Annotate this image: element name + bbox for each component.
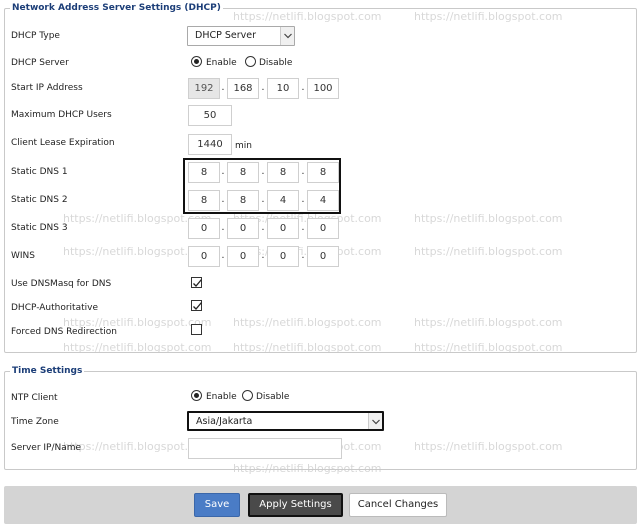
chevron-down-icon [280,27,294,45]
ip-separator: . [221,222,225,233]
ip-separator: . [221,166,225,177]
dns1-octet[interactable]: 8 [227,162,259,183]
ntp-disable-radio[interactable] [242,390,253,401]
wins-label: WINS [11,251,35,261]
lease-expiration-input[interactable]: 1440 [188,134,232,155]
time-zone-select[interactable]: Asia/Jakarta [187,411,384,431]
ntp-enable-label: Enable [206,392,237,402]
dhcp-server-label: DHCP Server [11,58,69,68]
ip-separator: . [261,250,265,261]
start-ip-octet: 192 [188,78,220,99]
dns3-octet[interactable]: 0 [307,218,339,239]
ntp-client-label: NTP Client [11,393,58,403]
time-zone-value: Asia/Jakarta [196,416,253,427]
ip-separator: . [221,250,225,261]
forced-dns-label: Forced DNS Redirection [11,327,117,337]
start-ip-octet[interactable]: 168 [227,78,259,99]
wins-octet[interactable]: 0 [267,246,299,267]
dhcp-authoritative-label: DHCP-Authoritative [11,303,98,313]
dhcp-server-disable-label: Disable [259,58,293,68]
start-ip-octet[interactable]: 10 [267,78,299,99]
apply-settings-button[interactable]: Apply Settings [248,493,343,517]
dhcp-type-label: DHCP Type [11,31,60,41]
ip-separator: . [301,194,305,205]
dhcp-type-select[interactable]: DHCP Server [187,26,295,46]
dns3-octet[interactable]: 0 [267,218,299,239]
ip-separator: . [261,166,265,177]
max-users-input[interactable]: 50 [188,105,232,126]
ip-separator: . [261,222,265,233]
ip-separator: . [221,194,225,205]
ntp-enable-radio[interactable] [191,390,202,401]
save-button[interactable]: Save [194,493,240,517]
dhcp-authoritative-checkbox[interactable] [191,300,202,311]
section-legend: Time Settings [10,366,85,376]
dhcp-server-enable-radio[interactable] [191,56,202,67]
static-dns3-label: Static DNS 3 [11,223,68,233]
ip-separator: . [301,166,305,177]
ip-separator: . [301,82,305,93]
wins-octet[interactable]: 0 [227,246,259,267]
dns2-octet[interactable]: 8 [188,190,220,211]
dns1-octet[interactable]: 8 [188,162,220,183]
lease-unit: min [235,141,252,151]
start-ip-octet[interactable]: 100 [307,78,339,99]
static-dns2-label: Static DNS 2 [11,195,68,205]
ip-separator: . [221,82,225,93]
dns1-octet[interactable]: 8 [267,162,299,183]
server-ip-input[interactable] [188,438,342,459]
dns1-octet[interactable]: 8 [307,162,339,183]
dhcp-server-enable-label: Enable [206,58,237,68]
time-zone-label: Time Zone [11,417,59,427]
dhcp-type-value: DHCP Server [195,30,256,41]
ip-separator: . [301,222,305,233]
ip-separator: . [301,250,305,261]
server-ip-label: Server IP/Name [11,443,82,453]
wins-octet[interactable]: 0 [188,246,220,267]
checkmark-icon [193,279,202,287]
static-dns1-label: Static DNS 1 [11,167,68,177]
wins-octet[interactable]: 0 [307,246,339,267]
start-ip-label: Start IP Address [11,83,83,93]
dns3-octet[interactable]: 0 [227,218,259,239]
forced-dns-checkbox[interactable] [191,324,202,335]
cancel-changes-button[interactable]: Cancel Changes [349,493,447,517]
dns2-octet[interactable]: 8 [227,190,259,211]
dns2-octet[interactable]: 4 [267,190,299,211]
chevron-down-icon [368,413,382,429]
dhcp-server-disable-radio[interactable] [245,56,256,67]
ntp-disable-label: Disable [256,392,290,402]
ip-separator: . [261,194,265,205]
ip-separator: . [261,82,265,93]
dns3-octet[interactable]: 0 [188,218,220,239]
dnsmasq-checkbox[interactable] [191,277,202,288]
dns2-octet[interactable]: 4 [307,190,339,211]
section-legend: Network Address Server Settings (DHCP) [10,3,223,13]
checkmark-icon [193,302,202,310]
dnsmasq-label: Use DNSMasq for DNS [11,279,112,289]
button-bar: Save Apply Settings Cancel Changes [4,486,637,524]
lease-expiration-label: Client Lease Expiration [11,138,115,148]
max-users-label: Maximum DHCP Users [11,110,112,120]
